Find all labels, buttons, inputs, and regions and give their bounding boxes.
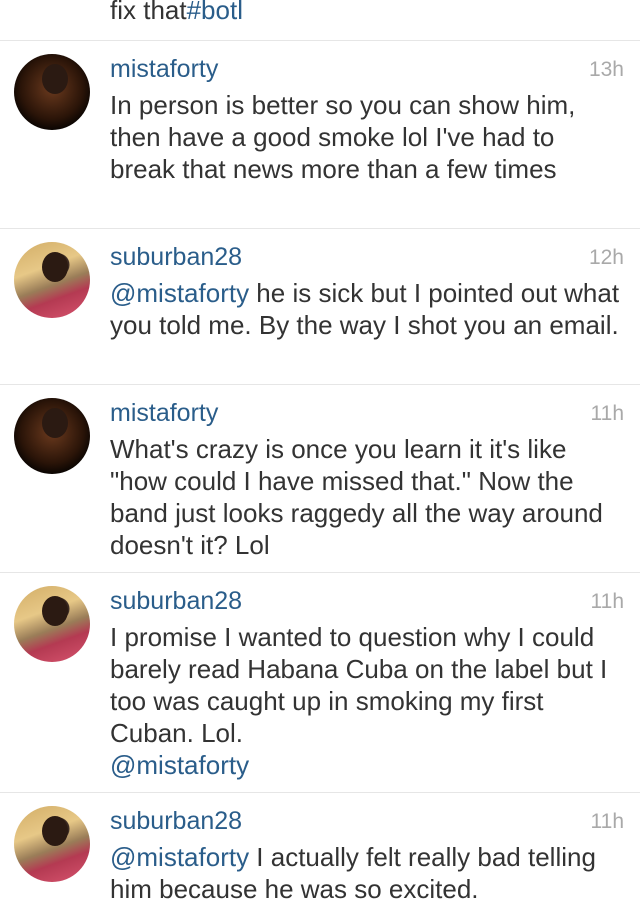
comment-item: suburban28 12h @mistaforty he is sick bu… [0, 228, 640, 385]
timestamp: 12h [588, 246, 624, 269]
mention-link[interactable]: @mistaforty [110, 750, 249, 780]
comment-item [0, 0, 640, 41]
comment-item: suburban28 11h I promise I wanted to que… [0, 572, 640, 793]
avatar[interactable] [14, 398, 90, 474]
username-link[interactable]: suburban28 [110, 587, 242, 616]
comment-text: In person is better so you can show him,… [110, 90, 576, 184]
comment-item: suburban28 11h @mistaforty I actually fe… [0, 792, 640, 904]
comment-text: What's crazy is once you learn it it's l… [110, 434, 603, 560]
comment-text: @mistaforty he is sick but I pointed out… [110, 278, 620, 340]
timestamp: 11h [590, 590, 624, 613]
comment-text: @mistaforty I actually felt really bad t… [110, 842, 596, 904]
username-link[interactable]: suburban28 [110, 243, 242, 272]
comment-text: I promise I wanted to question why I cou… [110, 622, 608, 780]
comment-item: mistaforty 13h In person is better so yo… [0, 40, 640, 229]
comment-item: mistaforty 11h What's crazy is once you … [0, 384, 640, 573]
timestamp: 11h [590, 402, 624, 425]
avatar[interactable] [14, 54, 90, 130]
username-link[interactable]: mistaforty [110, 55, 218, 84]
username-link[interactable]: suburban28 [110, 807, 242, 836]
username-link[interactable]: mistaforty [110, 399, 218, 428]
avatar[interactable] [14, 586, 90, 662]
mention-link[interactable]: @mistaforty [110, 842, 249, 872]
timestamp: 11h [590, 810, 624, 833]
avatar[interactable] [14, 806, 90, 882]
timestamp: 13h [588, 58, 624, 81]
avatar[interactable] [14, 242, 90, 318]
mention-link[interactable]: @mistaforty [110, 278, 249, 308]
